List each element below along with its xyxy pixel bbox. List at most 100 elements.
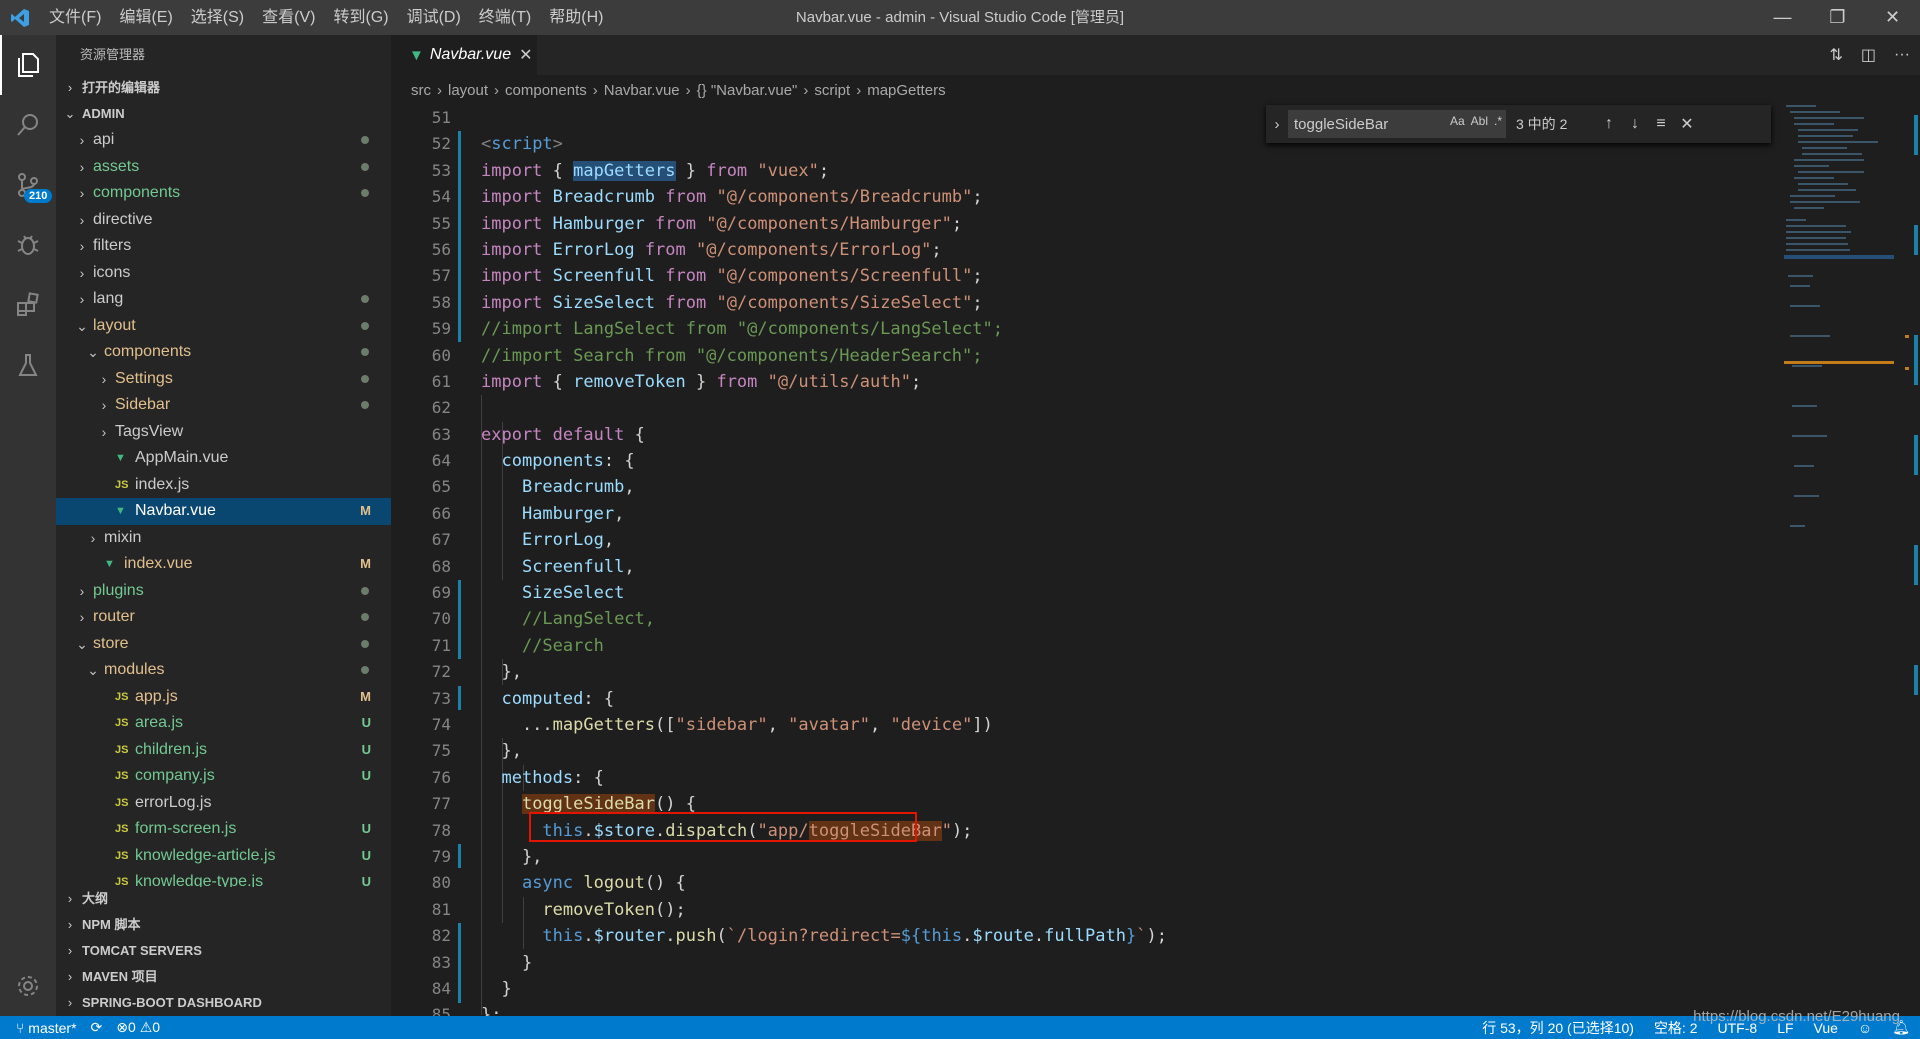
folder-item[interactable]: ⌄ modules <box>56 657 391 684</box>
tree-item-label: index.js <box>135 475 190 493</box>
file-item[interactable]: ▼ index.vue M <box>56 551 391 578</box>
file-item[interactable]: JS area.js U <box>56 710 391 737</box>
sidebar-section[interactable]: › MAVEN 项目 <box>56 964 391 990</box>
find-match-count: 3 中的 2 <box>1516 116 1568 132</box>
menu-item[interactable]: 文件(F) <box>40 0 110 35</box>
js-file-icon: JS <box>115 876 129 887</box>
js-file-icon: JS <box>115 823 129 835</box>
folder-item[interactable]: › filters <box>56 233 391 260</box>
file-item[interactable]: JS knowledge-type.js U <box>56 869 391 887</box>
tab-close-icon[interactable]: ✕ <box>519 45 532 65</box>
menu-item[interactable]: 调试(D) <box>398 0 470 35</box>
code-line: import Hamburger from "@/components/Hamb… <box>481 213 963 234</box>
tree-item-label: company.js <box>135 767 215 784</box>
file-item[interactable]: ▼ AppMain.vue <box>56 445 391 472</box>
folder-item[interactable]: › mixin <box>56 525 391 552</box>
split-editor-icon[interactable]: ◫ <box>1861 45 1876 65</box>
sidebar-section[interactable]: › SPRING-BOOT DASHBOARD <box>56 990 391 1016</box>
workspace-root-section[interactable]: ⌄ ADMIN <box>56 101 391 127</box>
minimize-icon[interactable]: — <box>1755 0 1810 35</box>
open-editors-section[interactable]: › 打开的编辑器 <box>56 75 391 101</box>
menu-item[interactable]: 终端(T) <box>470 0 540 35</box>
chevron-right-icon: › <box>67 891 73 906</box>
sidebar-section[interactable]: › TOMCAT SERVERS <box>56 938 391 964</box>
folder-item[interactable]: › components <box>56 180 391 207</box>
indentation[interactable]: 空格: 2 <box>1654 1018 1698 1038</box>
sidebar-section[interactable]: › 大纲 <box>56 886 391 912</box>
test-flask-icon[interactable] <box>0 335 56 395</box>
folder-item[interactable]: › Sidebar <box>56 392 391 419</box>
folder-item[interactable]: › TagsView <box>56 419 391 446</box>
sidebar-section[interactable]: › NPM 脚本 <box>56 912 391 938</box>
folder-item[interactable]: › api <box>56 127 391 154</box>
settings-gear-icon[interactable] <box>0 956 56 1016</box>
menu-item[interactable]: 查看(V) <box>253 0 324 35</box>
section-label: NPM 脚本 <box>82 917 141 932</box>
folder-item[interactable]: › Settings <box>56 366 391 393</box>
find-input[interactable]: toggleSideBar Aa Abl .* <box>1288 110 1506 138</box>
extensions-icon[interactable] <box>0 275 56 335</box>
folder-item[interactable]: › icons <box>56 260 391 287</box>
code-editor[interactable]: 51 52 53 54 55 56 57 58 59 60 61 62 63 64 65 66 67 68 69 70… <box>391 105 1920 1016</box>
breadcrumb-item[interactable]: src <box>411 82 431 99</box>
menu-item[interactable]: 选择(S) <box>182 0 253 35</box>
folder-item[interactable]: › directive <box>56 207 391 234</box>
previous-match-icon[interactable]: ↑ <box>1596 115 1622 133</box>
file-item[interactable]: ▼ Navbar.vue M <box>56 498 391 525</box>
menu-item[interactable]: 帮助(H) <box>540 0 612 35</box>
cursor-position[interactable]: 行 53，列 20 (已选择10) <box>1482 1018 1634 1038</box>
regex-icon[interactable]: .* <box>1494 114 1502 128</box>
open-changes-icon[interactable]: ⇅ <box>1829 45 1842 65</box>
folder-item[interactable]: ⌄ layout <box>56 313 391 340</box>
explorer-icon[interactable] <box>0 35 56 95</box>
breadcrumb-item[interactable]: Navbar.vue <box>604 82 680 99</box>
tab-navbar-vue[interactable]: ▼ Navbar.vue ✕ <box>391 35 537 75</box>
more-actions-icon[interactable]: ··· <box>1894 46 1910 64</box>
code-line: ...mapGetters(["sidebar", "avatar", "dev… <box>481 714 993 735</box>
problems-item[interactable]: ⊗0 ⚠0 <box>116 1019 160 1036</box>
git-branch-icon: ⑂ <box>16 1019 29 1036</box>
folder-item[interactable]: › plugins <box>56 578 391 605</box>
breadcrumb-item[interactable]: layout <box>448 82 488 99</box>
file-item[interactable]: JS index.js <box>56 472 391 499</box>
folder-item[interactable]: › router <box>56 604 391 631</box>
find-in-selection-icon[interactable]: ≡ <box>1648 115 1674 133</box>
sync-icon[interactable]: ⟳ <box>91 1019 103 1036</box>
folder-item[interactable]: ⌄ components <box>56 339 391 366</box>
git-status-dot <box>361 189 369 197</box>
match-case-icon[interactable]: Aa <box>1450 114 1465 128</box>
match-whole-word-icon[interactable]: Abl <box>1471 114 1488 128</box>
debug-icon[interactable] <box>0 215 56 275</box>
folder-item[interactable]: ⌄ store <box>56 631 391 658</box>
chevron-right-icon: › <box>856 81 862 99</box>
menu-item[interactable]: 编辑(E) <box>110 0 181 35</box>
branch-item[interactable]: ⑂ master* <box>16 1020 77 1036</box>
search-icon[interactable] <box>0 95 56 155</box>
menu-item[interactable]: 转到(G) <box>324 0 397 35</box>
source-control-icon[interactable]: 210 <box>0 155 56 215</box>
breadcrumb-item[interactable]: script <box>814 82 850 99</box>
vertical-scrollbar[interactable] <box>1905 105 1920 1016</box>
breadcrumb-item[interactable]: components <box>505 82 587 99</box>
file-item[interactable]: JS app.js M <box>56 684 391 711</box>
file-item[interactable]: JS errorLog.js <box>56 790 391 817</box>
breadcrumb-item[interactable]: mapGetters <box>867 82 945 99</box>
restore-icon[interactable]: ❐ <box>1810 0 1865 35</box>
line-number: 66 <box>431 503 451 523</box>
folder-item[interactable]: › lang <box>56 286 391 313</box>
code-line: removeToken(); <box>542 899 686 920</box>
file-item[interactable]: JS form-screen.js U <box>56 816 391 843</box>
file-item[interactable]: JS company.js U <box>56 763 391 790</box>
git-status-badge: U <box>361 768 371 783</box>
line-number: 74 <box>431 714 451 734</box>
close-icon[interactable]: ✕ <box>1865 0 1920 35</box>
file-item[interactable]: JS knowledge-article.js U <box>56 843 391 870</box>
next-match-icon[interactable]: ↓ <box>1622 115 1648 133</box>
folder-item[interactable]: › assets <box>56 154 391 181</box>
toggle-replace-icon[interactable]: › <box>1266 116 1288 133</box>
close-find-icon[interactable]: ✕ <box>1674 114 1700 134</box>
file-item[interactable]: JS children.js U <box>56 737 391 764</box>
breadcrumb-item[interactable]: {} "Navbar.vue" <box>697 82 798 99</box>
tree-item-label: directive <box>93 210 153 228</box>
minimap[interactable] <box>1784 105 1894 1016</box>
